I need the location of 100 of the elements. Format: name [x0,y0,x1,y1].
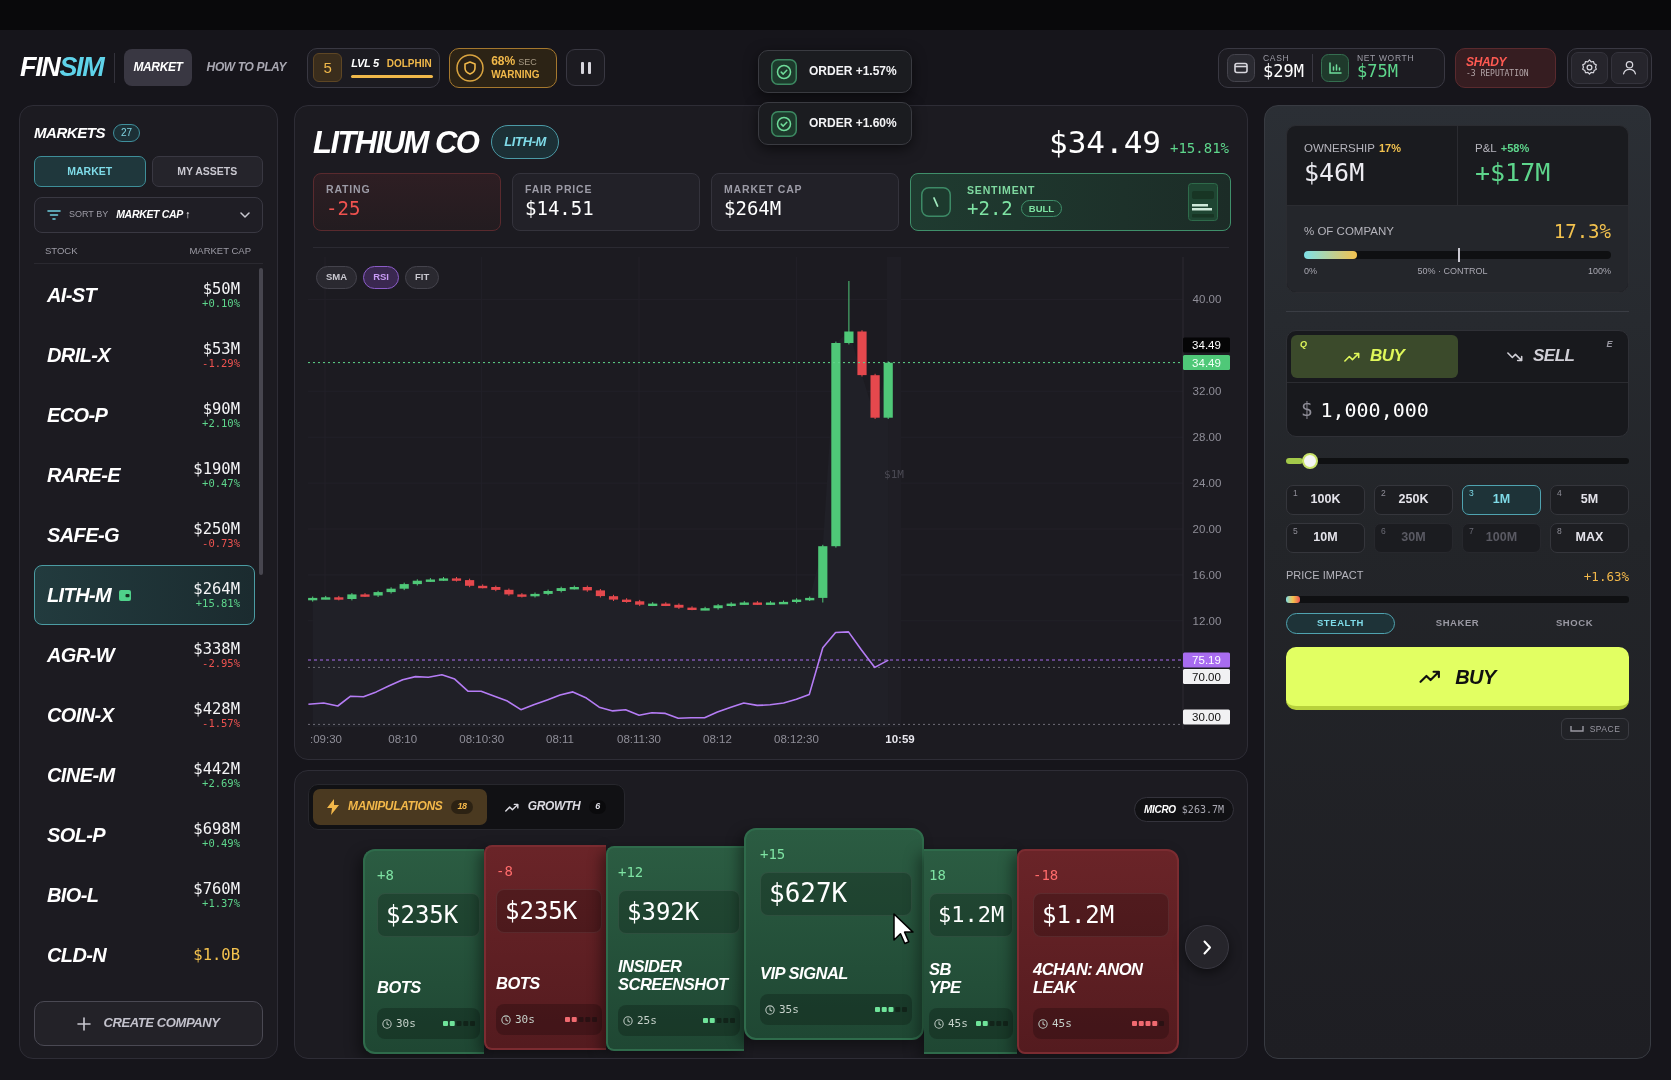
settings-button[interactable] [1571,51,1608,84]
sort-dropdown[interactable]: SORT BY MARKET CAP ↑ [34,197,263,233]
stock-row[interactable]: CLD-N $1.0B [34,925,255,986]
stock-row[interactable]: CINE-M $442M +2.69% [34,745,255,806]
ownership-value: $46M [1304,157,1366,188]
candle [792,597,802,604]
price-change: +1.37% [202,898,240,910]
column-header: MARKET CAP [189,245,251,257]
spacebar-icon [1569,725,1584,733]
cost-value: $392K [618,890,740,934]
candle [857,329,867,377]
buy-button[interactable]: BUY [1286,647,1629,710]
stock-row[interactable]: LITH-M $264M +15.81% [34,565,255,626]
currency-symbol: $ [1301,398,1313,421]
stock-row[interactable]: AI-ST $50M +0.10% [34,265,255,326]
scale-label: 50% · CONTROL [1417,265,1488,277]
action-card[interactable]: +8 $235K BOTS 30s [363,849,484,1054]
market-cap-value: $442M [193,761,240,779]
create-company-button[interactable]: CREATE COMPANY [34,1001,263,1046]
panel-title: MARKETS [34,124,105,142]
side-tab[interactable]: E SELL [1457,335,1624,378]
tab[interactable]: MY ASSETS [151,156,263,187]
chart-toggle[interactable]: RSI [363,266,399,289]
cost-value: $235K [496,889,602,933]
amount-preset[interactable]: 2 250K [1374,485,1453,515]
stock-row[interactable]: SOL-P $698M +0.49% [34,805,255,866]
mode-tab[interactable]: STEALTH [1286,613,1395,634]
price-change: +15.81% [195,598,240,610]
candle [386,586,396,594]
action-card[interactable]: +12 $392K INSIDER SCREENSHOT 25s [606,846,744,1051]
axis-label: 16.00 [1192,568,1222,581]
ownership-percent: 17% [1378,142,1401,156]
chevron-down-icon [240,212,250,218]
side-tab[interactable]: Q BUY [1291,335,1458,378]
mode-tab[interactable]: SHOCK [1520,613,1629,634]
action-card[interactable]: -18 $1.2M 4CHAN: ANON LEAK 45s [1017,849,1179,1054]
candle [805,596,815,602]
axis-label: 08:11 [546,733,574,745]
profile-button[interactable] [1611,51,1648,84]
chart-toggle[interactable]: SMA [316,266,358,289]
action-card[interactable]: 18 $1.2M SB YPE 45s [924,849,1017,1054]
stock-row[interactable]: COIN-X $428M -1.57% [34,685,255,746]
candle [844,280,854,345]
amount-preset[interactable]: 1 100K [1286,485,1365,515]
duration-label: 30s [396,1016,416,1031]
chart-toggle[interactable]: FIT [404,266,440,289]
tab[interactable]: MARKET [34,156,146,187]
action-card[interactable]: -8 $235K BOTS 30s [484,845,606,1050]
impact-label: PRICE IMPACT [1286,569,1364,583]
mode-tab[interactable]: SHAKER [1403,613,1512,634]
axis-label: 08:10 [388,733,418,745]
category-tab[interactable]: GROWTH 6 [490,789,620,825]
amount-preset[interactable]: 8 MAX [1550,523,1629,553]
candle [425,577,435,583]
candle [635,599,645,607]
stock-row[interactable]: DRIL-X $53M -1.29% [34,325,255,386]
card-title: BOTS [377,978,422,996]
amount-slider[interactable] [1286,453,1629,469]
nav-tab[interactable]: HOW TO PLAY [197,49,296,86]
candle [648,601,658,607]
amount-preset[interactable]: 5 10M [1286,523,1365,553]
candle [360,592,370,598]
amount-field[interactable]: 1,000,000 [1320,397,1471,422]
pause-button[interactable] [566,49,606,86]
axis-label: 08:12:30 [774,733,819,745]
stock-row[interactable]: BIO-L $760M +1.37% [34,865,255,926]
candle [595,588,605,598]
candle [438,576,449,582]
trend-up-icon [1419,670,1442,683]
stock-symbol: AGR-W [47,645,114,666]
axis-label: 08:11:30 [617,733,661,745]
stock-row[interactable]: ECO-P $90M +2.10% [34,385,255,446]
nav-tab[interactable]: MARKET [124,49,192,86]
reputation-detail: -3 REPUTATION [1466,69,1530,79]
stock-row[interactable]: AGR-W $338M -2.95% [34,625,255,686]
clock-icon [934,1018,944,1029]
threshold-marker [1457,247,1460,262]
scrollbar[interactable] [259,268,263,576]
tier-value: $263.7M [1181,803,1224,816]
stat-value: -25 [326,197,362,220]
reputation-title: SHADY [1466,56,1507,70]
axis-label: 24.00 [1192,477,1222,490]
duration-label: 45s [948,1016,968,1031]
count-badge: 18 [451,800,473,814]
pnl-value: +$17M [1475,157,1552,188]
action-card[interactable]: +15 $627K VIP SIGNAL 35s [744,828,924,1040]
category-tab[interactable]: MANIPULATIONS 18 [313,789,487,825]
stock-row[interactable]: RARE-E $190M +0.47% [34,445,255,506]
amount-preset[interactable]: 3 1M [1462,485,1541,515]
price-tag: 34.49 [1183,355,1230,371]
next-button[interactable] [1185,925,1229,969]
rank-label: DOLPHIN [386,58,432,71]
stock-row[interactable]: SAFE-G $250M -0.73% [34,505,255,566]
check-icon [771,110,797,137]
slider-thumb[interactable] [1302,453,1319,469]
axis-label: :09:30 [310,733,342,745]
stock-symbol: RARE-E [47,465,121,486]
hotkey-hint: 6 [1381,527,1386,537]
amount-preset[interactable]: 4 5M [1550,485,1629,515]
trend-up-icon [504,802,519,812]
